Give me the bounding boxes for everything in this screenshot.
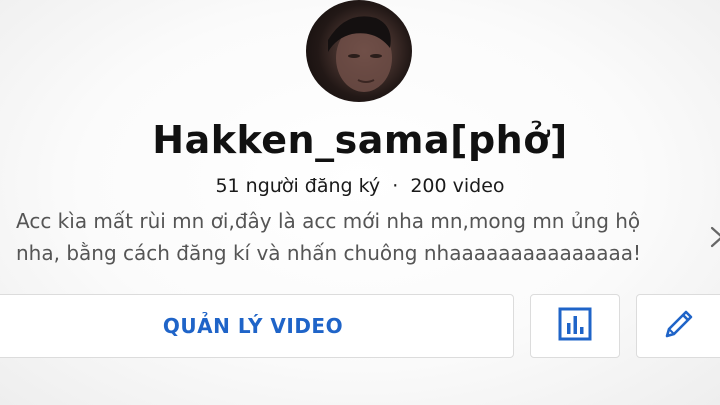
channel-description[interactable]: Acc kìa mất rùi mn ơi,đây là acc mới nha… bbox=[16, 205, 681, 269]
chevron-right-icon[interactable] bbox=[706, 222, 720, 252]
edit-channel-button[interactable] bbox=[636, 294, 720, 358]
bar-chart-icon bbox=[558, 307, 592, 345]
channel-avatar[interactable] bbox=[306, 0, 412, 102]
stats-separator: · bbox=[392, 175, 399, 197]
pencil-icon bbox=[661, 306, 697, 346]
manage-videos-button[interactable]: QUẢN LÝ VIDEO bbox=[0, 294, 514, 358]
channel-name: Hakken_sama[phở] bbox=[152, 118, 568, 162]
video-count: 200 video bbox=[410, 175, 505, 197]
subscriber-count: 51 người đăng ký bbox=[215, 175, 381, 197]
channel-stats: 51 người đăng ký · 200 video bbox=[0, 175, 720, 197]
analytics-button[interactable] bbox=[530, 294, 620, 358]
manage-videos-label: QUẢN LÝ VIDEO bbox=[162, 314, 344, 338]
